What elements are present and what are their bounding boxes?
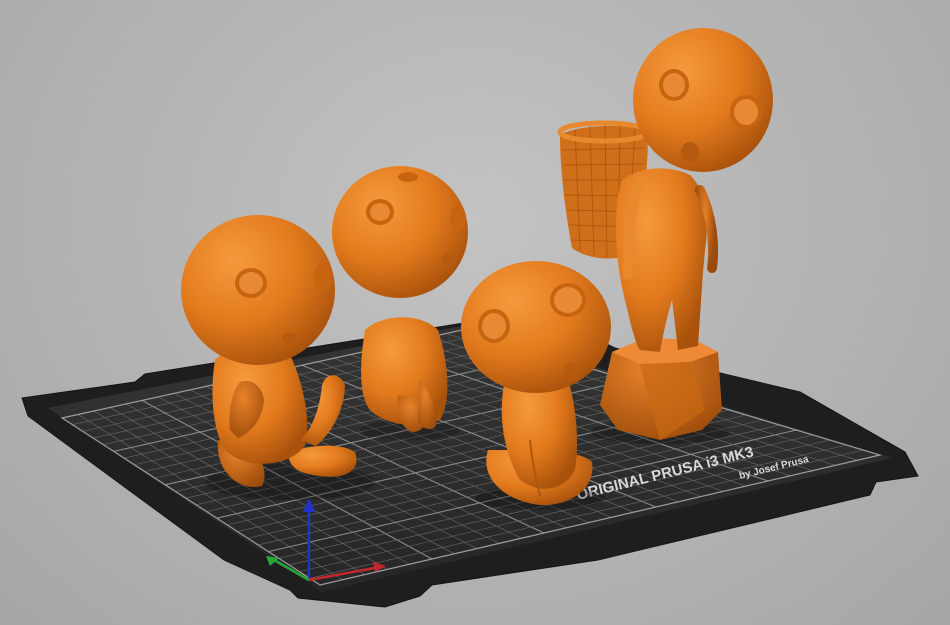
print-bed[interactable]: ORIGINAL PRUSA i3 MK3 by Josef Prusa xyxy=(21,321,919,608)
3d-viewport[interactable]: ORIGINAL PRUSA i3 MK3 by Josef Prusa xyxy=(0,0,950,625)
scene-svg[interactable]: ORIGINAL PRUSA i3 MK3 by Josef Prusa xyxy=(0,0,950,625)
